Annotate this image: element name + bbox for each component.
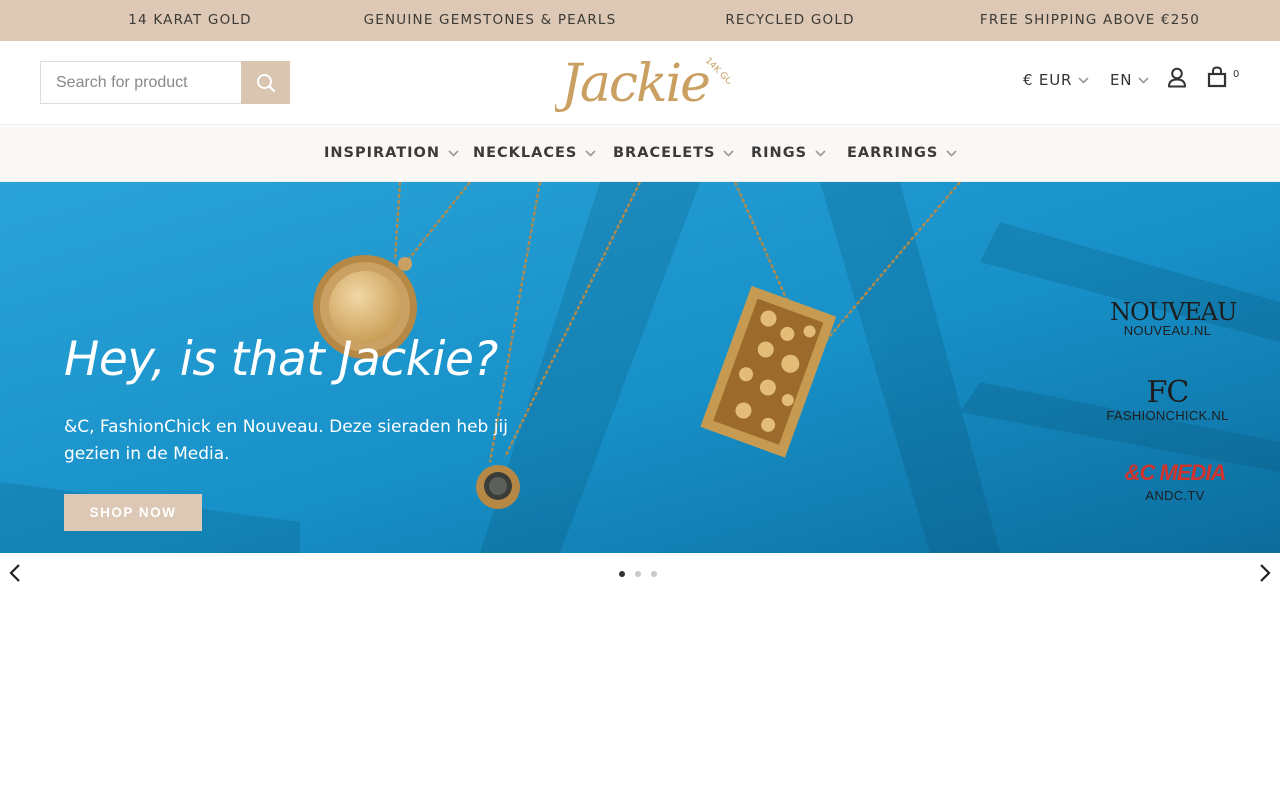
cart-count: 0 xyxy=(1233,69,1240,80)
chevron-down-icon xyxy=(585,149,596,157)
chevron-down-icon xyxy=(1138,76,1149,84)
hero-banner: Hey, is that Jackie? &C, FashionChick en… xyxy=(0,182,1280,553)
media-logo-url: FASHIONCHICK.NL xyxy=(1106,408,1229,423)
account-button[interactable] xyxy=(1167,67,1187,89)
announcement-item: RECYCLED GOLD xyxy=(725,12,855,28)
nav-item-earrings[interactable]: EARRINGS xyxy=(847,145,957,161)
media-logo-mark: &C MEDIA xyxy=(1124,460,1227,485)
shopping-bag-icon xyxy=(1207,66,1227,88)
hero-title: Hey, is that Jackie? xyxy=(64,332,498,387)
nav-item-label: INSPIRATION xyxy=(324,145,441,161)
media-logo-nouveau: NOUVEAU NOUVEAU.NL xyxy=(1110,298,1237,338)
search-button[interactable] xyxy=(241,61,290,104)
slider-next-button[interactable] xyxy=(1254,562,1274,584)
announcement-item: GENUINE GEMSTONES & PEARLS xyxy=(363,12,617,28)
site-logo[interactable]: Jackie 14K GOLD xyxy=(552,47,743,119)
site-header: Jackie 14K GOLD € EUR EN 0 xyxy=(0,41,1280,125)
media-logo-andc: &C MEDIA ANDC.TV xyxy=(1120,457,1230,503)
language-label: EN xyxy=(1110,71,1133,89)
nav-item-label: NECKLACES xyxy=(473,145,578,161)
cart-button[interactable] xyxy=(1207,66,1229,88)
slider-prev-button[interactable] xyxy=(6,562,26,584)
slider-dot[interactable] xyxy=(651,571,657,577)
media-logo-url: NOUVEAU.NL xyxy=(1123,323,1212,338)
user-icon xyxy=(1168,67,1186,88)
nav-item-bracelets[interactable]: BRACELETS xyxy=(613,145,735,161)
announcement-bar: 14 KARAT GOLD GENUINE GEMSTONES & PEARLS… xyxy=(0,0,1280,41)
nav-item-rings[interactable]: RINGS xyxy=(751,145,826,161)
search-input[interactable] xyxy=(40,61,241,104)
slider-dots xyxy=(619,571,657,577)
chevron-down-icon xyxy=(1078,76,1089,84)
chevron-left-icon xyxy=(9,564,20,582)
chevron-down-icon xyxy=(448,149,459,157)
chevron-down-icon xyxy=(946,149,957,157)
chevron-down-icon xyxy=(723,149,735,157)
nav-item-necklaces[interactable]: NECKLACES xyxy=(473,145,596,161)
shop-now-button[interactable]: SHOP NOW xyxy=(64,494,202,531)
slider-dot[interactable] xyxy=(635,571,641,577)
nav-item-label: RINGS xyxy=(751,145,808,161)
chevron-right-icon xyxy=(1260,564,1271,582)
nav-item-inspiration[interactable]: INSPIRATION xyxy=(324,145,459,161)
media-logo-url: ANDC.TV xyxy=(1145,488,1205,503)
nav-item-label: EARRINGS xyxy=(847,145,939,161)
search-form xyxy=(40,61,290,104)
nav-item-label: BRACELETS xyxy=(613,145,716,161)
hero-text: &C, FashionChick en Nouveau. Deze sierad… xyxy=(64,417,508,464)
media-logo-mark: NOUVEAU xyxy=(1110,298,1237,326)
search-icon xyxy=(256,73,275,92)
media-logo-fashionchick: FC FASHIONCHICK.NL xyxy=(1105,377,1230,423)
currency-label: € EUR xyxy=(1023,71,1073,89)
announcement-item: FREE SHIPPING ABOVE €250 xyxy=(979,12,1201,28)
logo-wordmark: Jackie xyxy=(555,54,709,114)
slider-dot[interactable] xyxy=(619,571,625,577)
announcement-item: 14 KARAT GOLD xyxy=(128,12,252,28)
language-selector[interactable]: EN xyxy=(1110,71,1149,89)
currency-selector[interactable]: € EUR xyxy=(1023,71,1089,89)
main-nav: INSPIRATION NECKLACES BRACELETS RINGS EA… xyxy=(0,126,1280,182)
jackie-logo-icon: Jackie 14K GOLD xyxy=(552,54,743,114)
chevron-down-icon xyxy=(815,149,826,157)
media-logo-mark: FC xyxy=(1146,375,1190,410)
